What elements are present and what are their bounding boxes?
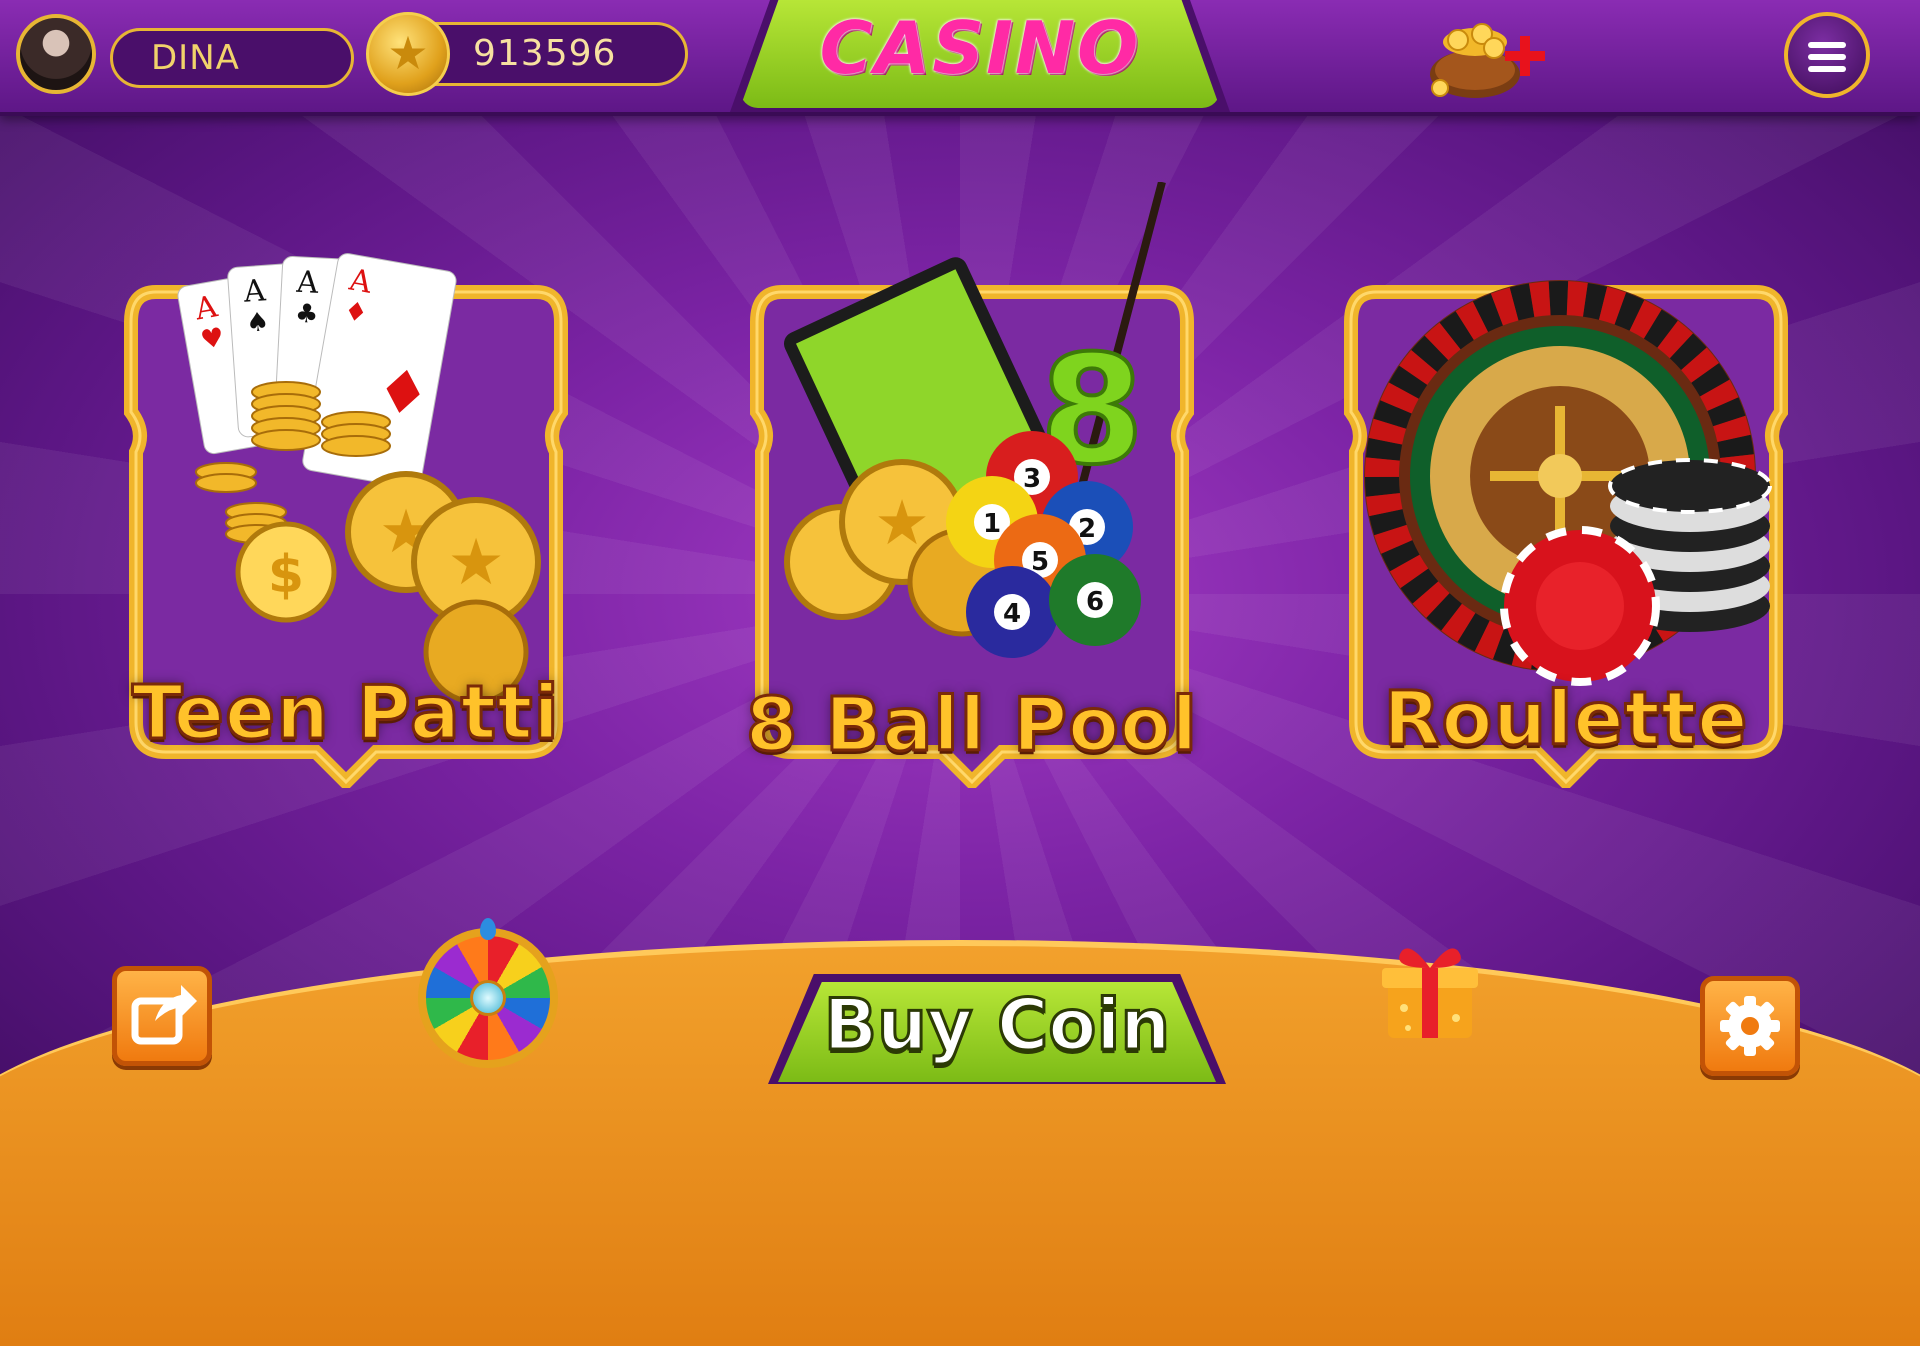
gift-box-icon[interactable] bbox=[1378, 938, 1482, 1042]
coin-bag-plus-icon[interactable] bbox=[1420, 12, 1550, 102]
svg-text:$: $ bbox=[268, 545, 304, 605]
menu-button[interactable] bbox=[1784, 12, 1870, 98]
hamburger-menu-icon bbox=[1808, 54, 1846, 60]
game-card-8-ball-pool[interactable]: 8 ★ 3 1 2 5 4 6 8 Ball Pool bbox=[742, 182, 1202, 788]
game-card-teen-patti[interactable]: A ♥ A ♠ A ♣ A ♦ ♦ ★ ★ $ Teen Patti bbox=[116, 253, 576, 788]
wheel-hub bbox=[470, 980, 506, 1016]
roulette-wheel-and-chips-art bbox=[1364, 280, 1772, 686]
wheel-pointer bbox=[480, 918, 496, 940]
svg-text:★: ★ bbox=[447, 526, 504, 600]
game-label-8-ball-pool: 8 Ball Pool bbox=[744, 681, 1199, 770]
svg-text:A: A bbox=[295, 265, 320, 301]
svg-text:♠: ♠ bbox=[245, 307, 270, 339]
svg-text:♣: ♣ bbox=[294, 299, 319, 330]
svg-text:3: 3 bbox=[1023, 464, 1041, 494]
share-icon bbox=[131, 985, 197, 1045]
settings-button[interactable] bbox=[1700, 976, 1800, 1076]
hamburger-menu-icon bbox=[1808, 66, 1846, 72]
gear-icon bbox=[1720, 996, 1780, 1056]
star-coin-icon: ★ bbox=[366, 12, 450, 96]
game-label-teen-patti: Teen Patti bbox=[131, 669, 561, 758]
svg-text:6: 6 bbox=[1086, 587, 1104, 617]
avatar[interactable] bbox=[16, 14, 96, 94]
page-title: CASINO bbox=[819, 6, 1141, 90]
game-label-roulette: Roulette bbox=[1382, 675, 1749, 764]
pool-table-and-balls-art: 8 ★ 3 1 2 5 4 6 bbox=[783, 182, 1166, 658]
cards-and-coins-art: A♥ A♠ A♣ A♦♦ ★ ★ $ bbox=[177, 253, 541, 702]
svg-text:A: A bbox=[242, 273, 267, 310]
game-card-roulette[interactable]: Roulette bbox=[1336, 280, 1796, 788]
svg-text:1: 1 bbox=[983, 509, 1001, 539]
buy-coin-label: Buy Coin bbox=[822, 983, 1171, 1068]
hamburger-menu-icon bbox=[1808, 42, 1846, 48]
player-name: DINA bbox=[110, 28, 354, 88]
share-button[interactable] bbox=[112, 966, 212, 1066]
svg-text:4: 4 bbox=[1003, 599, 1021, 629]
